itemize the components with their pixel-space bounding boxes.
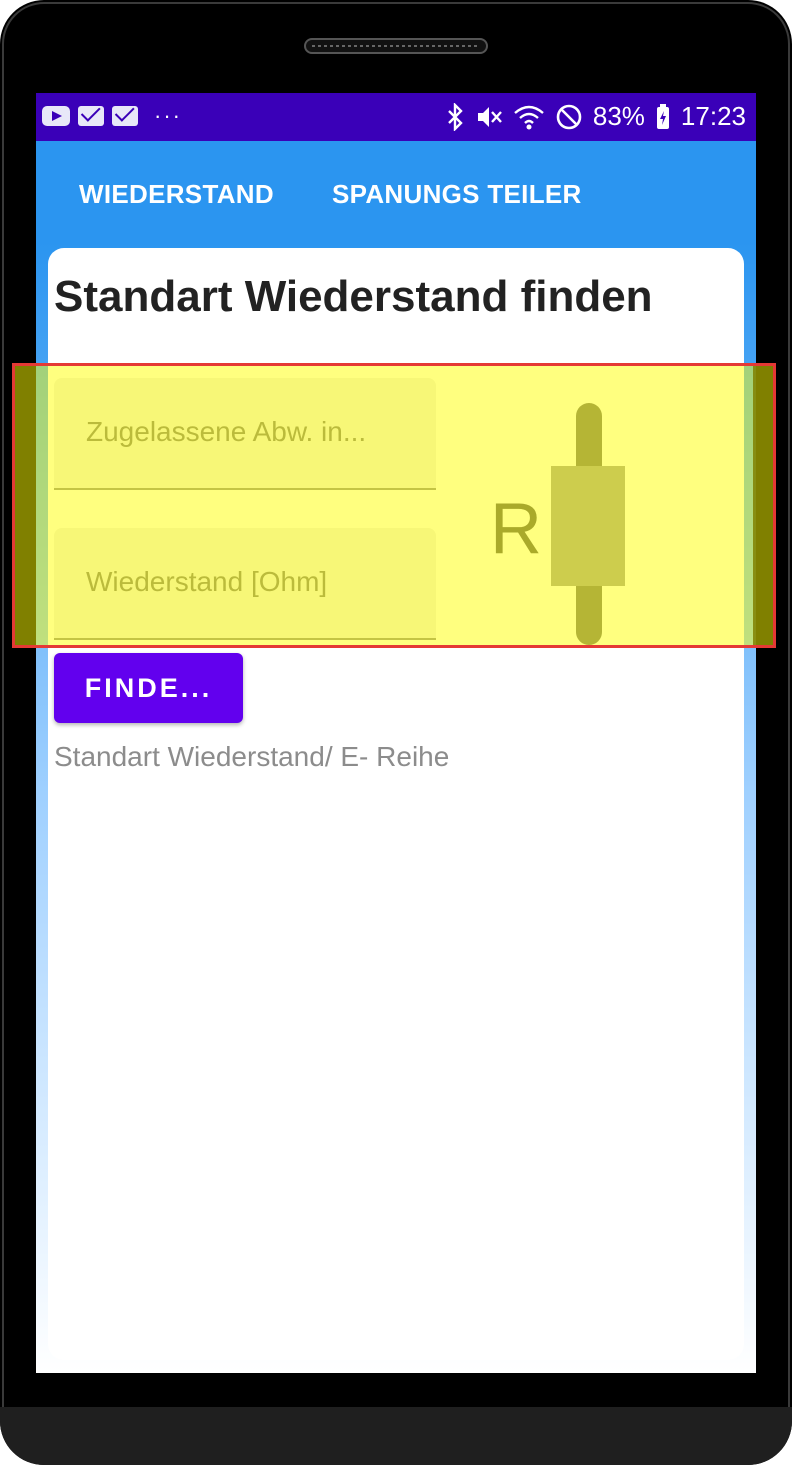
battery-icon [656, 103, 669, 129]
do-not-disturb-icon [556, 104, 582, 129]
tab-spanungs-teiler[interactable]: SPANUNGS TEILER [332, 179, 582, 210]
tab-bar: WIEDERSTAND SPANUNGS TEILER [36, 141, 756, 249]
bluetooth-icon [448, 102, 463, 131]
status-bar: ··· 83% 17:23 [36, 93, 756, 141]
highlight-edge-left [15, 366, 36, 645]
more-dots-icon: ··· [154, 103, 182, 128]
mail-icon [78, 106, 104, 126]
highlight-box [12, 363, 776, 648]
tab-wiederstand[interactable]: WIEDERSTAND [79, 179, 274, 210]
page-title: Standart Wiederstand finden [54, 272, 653, 321]
result-text: Standart Wiederstand/ E- Reihe [54, 741, 450, 772]
find-button[interactable]: FINDE... [54, 653, 243, 723]
youtube-icon [42, 106, 70, 126]
phone-chin [0, 1407, 792, 1465]
status-right-icons: 83% 17:23 [445, 101, 746, 132]
earpiece-speaker [304, 38, 488, 54]
battery-percent: 83% [592, 101, 645, 131]
mail-icon [112, 106, 138, 126]
highlight-edge-right [753, 366, 773, 645]
wifi-icon [514, 105, 544, 129]
app-screen: ··· 83% 17:23 WIEDERSTAND SPANUNGS TEILE… [36, 93, 756, 1373]
status-left-icons: ··· [42, 103, 182, 129]
clock: 17:23 [680, 101, 746, 131]
mute-icon [477, 106, 502, 127]
phone-frame: ··· 83% 17:23 WIEDERSTAND SPANUNGS TEILE… [0, 0, 792, 1465]
